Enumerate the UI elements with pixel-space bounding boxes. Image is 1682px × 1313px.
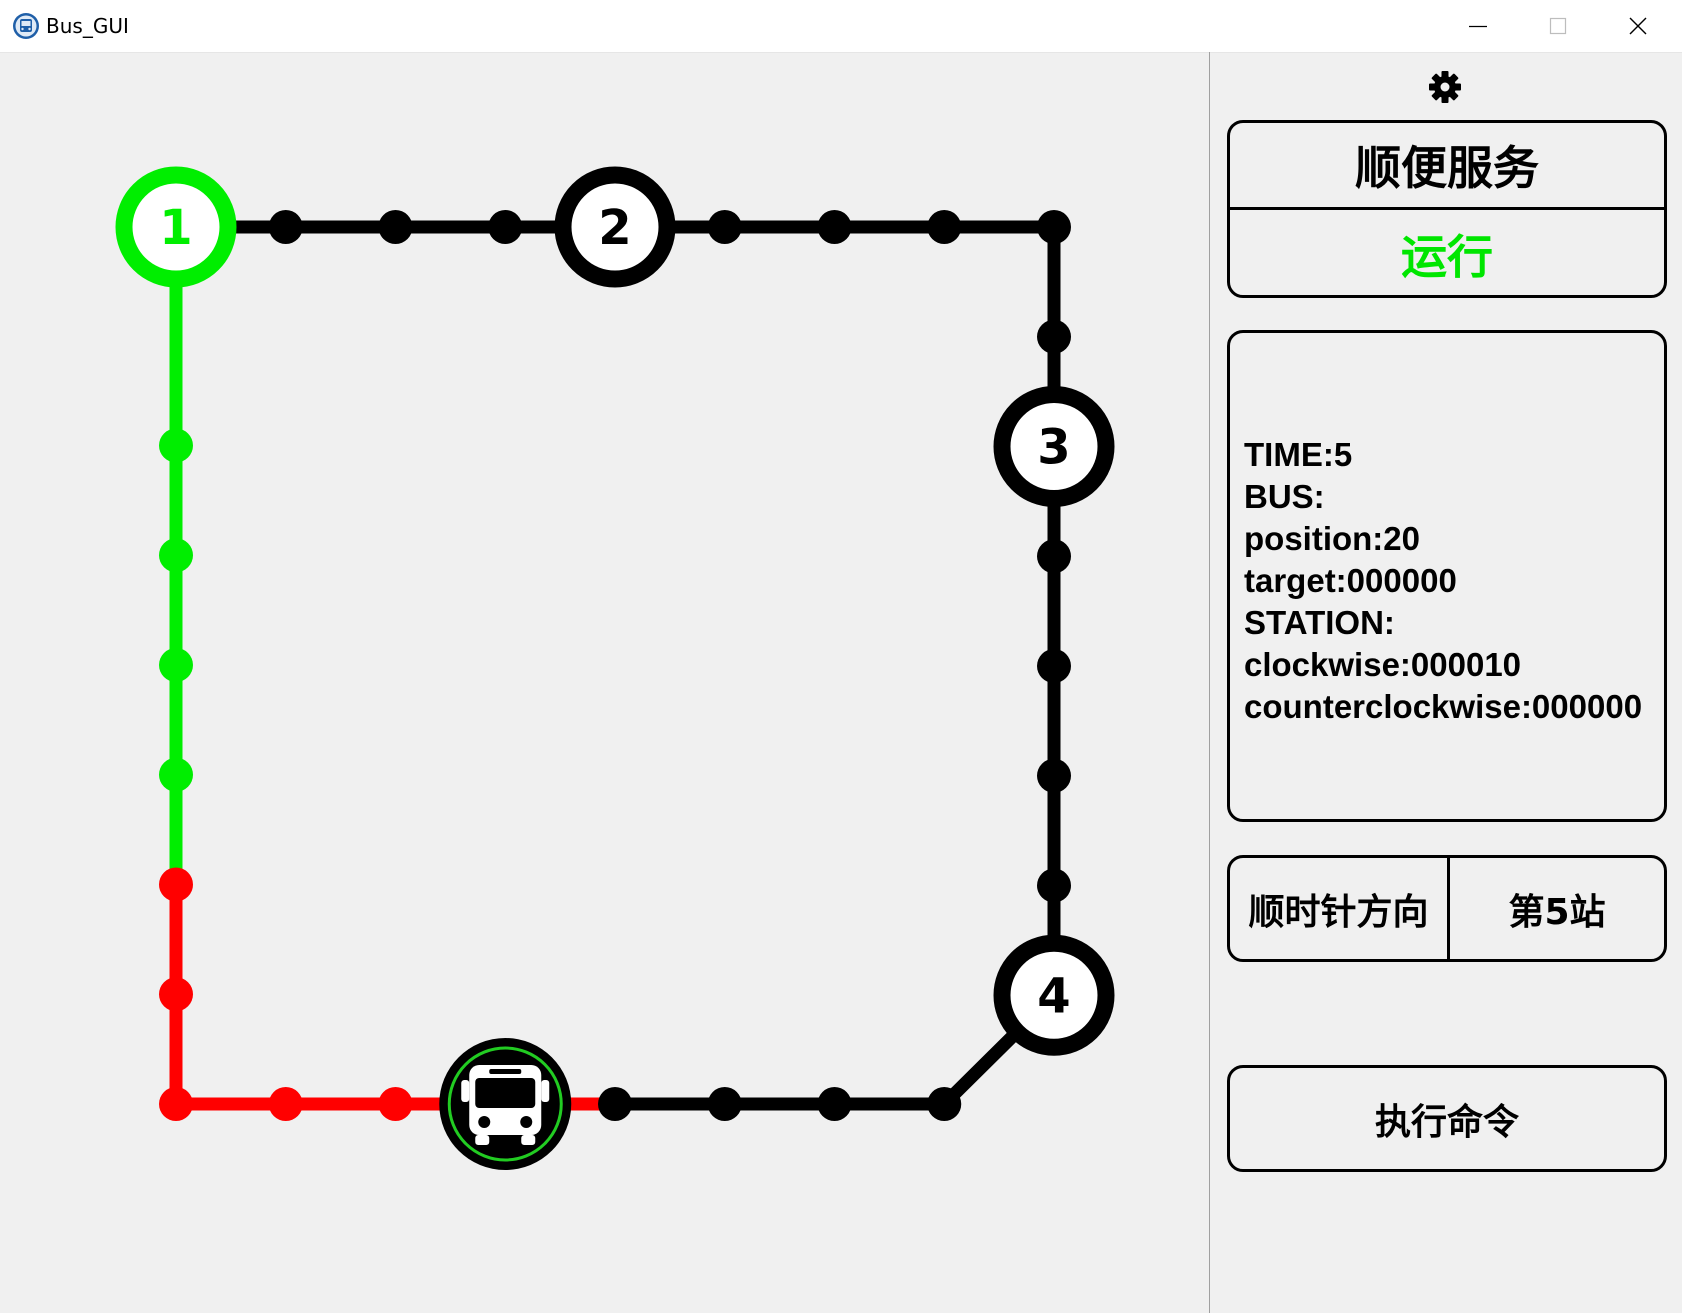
route-stop-dot [159, 1087, 193, 1121]
route-stop-dot [159, 648, 193, 682]
window-title: Bus_GUI [46, 14, 129, 38]
minimize-icon [1469, 25, 1487, 28]
route-stop-dot [707, 210, 742, 244]
station-label: 3 [1037, 420, 1070, 476]
route-stop-dot [159, 867, 193, 902]
station-label: 1 [159, 200, 192, 256]
execute-command-button[interactable]: 执行命令 [1227, 1065, 1667, 1172]
status-text: TIME:5 BUS: position:20 target:000000 STATIO… [1244, 434, 1642, 728]
route-stop-dot [1037, 868, 1071, 903]
route-stop-dot [159, 428, 193, 463]
mode-title: 顺便服务 [1355, 141, 1539, 195]
route-stop-dot [159, 538, 193, 573]
status-line: BUS: [1244, 478, 1325, 515]
direction-panel: 顺时针方向 第5站 [1227, 855, 1667, 962]
route-stop-dot [268, 210, 303, 244]
bus-marker [439, 1038, 572, 1170]
maximize-button[interactable] [1518, 0, 1598, 52]
station-label: 2 [598, 200, 631, 256]
direction-label: 顺时针方向 [1248, 891, 1429, 933]
title-bar: Bus_GUI [0, 0, 1682, 53]
gear-icon[interactable] [1428, 70, 1462, 104]
close-icon [1629, 17, 1647, 35]
bus-icon [461, 1065, 550, 1145]
mode-status: 运行 [1401, 230, 1493, 284]
route-stop-dot [817, 210, 852, 244]
route-stop-dot [927, 1087, 962, 1121]
route-stop-dot [159, 757, 193, 792]
route-stop-dot [488, 210, 523, 244]
route-stop-dot [707, 1087, 742, 1121]
route-stop-dot [1037, 319, 1071, 354]
route-stop-dot [817, 1087, 852, 1121]
route-stop-dot [1037, 539, 1071, 574]
route-stop-dot [268, 1087, 303, 1121]
close-button[interactable] [1598, 0, 1678, 52]
next-stop-label: 第5站 [1508, 891, 1606, 933]
route-stop-dot [378, 1087, 413, 1121]
route-stop-dot [1037, 210, 1071, 244]
maximize-icon [1549, 17, 1567, 35]
mode-panel: 顺便服务 运行 [1227, 120, 1667, 298]
route-stop-dot [1037, 758, 1071, 793]
minimize-button[interactable] [1438, 0, 1518, 52]
panel-divider [1209, 52, 1210, 1313]
status-line: counterclockwise:000000 [1244, 688, 1643, 725]
route-stop-dot [927, 210, 962, 244]
route-map: 12345 [115, 166, 1115, 1170]
status-line: clockwise:000010 [1244, 646, 1522, 683]
route-stop-dot [159, 977, 193, 1012]
status-line: target:000000 [1244, 562, 1457, 599]
status-line: TIME:5 [1244, 436, 1353, 473]
station-label: 4 [1037, 968, 1070, 1024]
bus-app-icon [13, 13, 39, 39]
route-stop-dot [598, 1087, 632, 1121]
status-line: position:20 [1244, 520, 1421, 557]
status-panel: TIME:5 BUS: position:20 target:000000 STATIO… [1227, 330, 1667, 822]
route-stop-dot [378, 210, 413, 244]
route-stop-dot [1037, 649, 1071, 683]
status-line: STATION: [1244, 604, 1395, 641]
